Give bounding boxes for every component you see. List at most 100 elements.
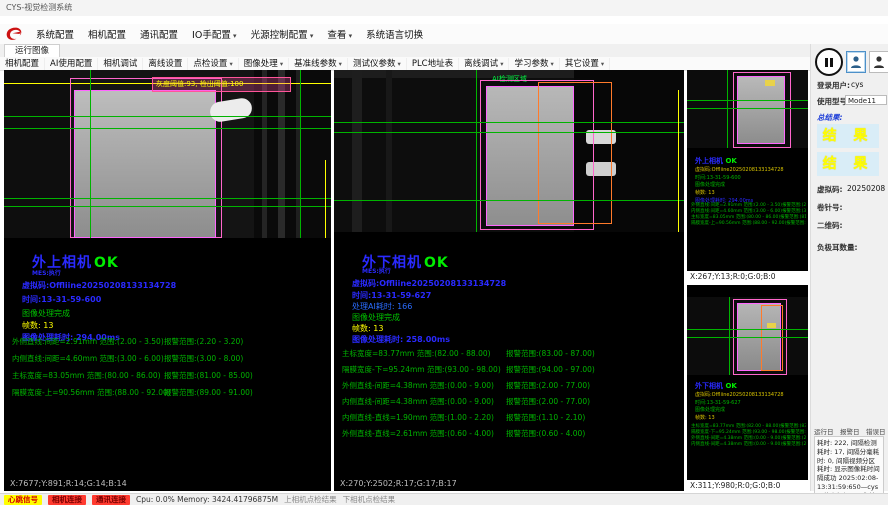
login-user-button[interactable] xyxy=(846,51,866,73)
lower-camera-check-result: 下相机点检结果 xyxy=(343,494,396,505)
alarm-range: 报警范围:(94.00 - 97.00) xyxy=(506,364,595,375)
pixel-coords-readout: X:311;Y:980;R:0;G:0;B:0 xyxy=(687,480,808,491)
user-icon xyxy=(850,55,862,69)
status-bar: 心跳信号 相机连接 通讯连接 Cpu: 0.0% Memory: 3424.41… xyxy=(0,493,888,505)
machinery-shadow xyxy=(4,70,70,238)
log-output[interactable]: 耗时: 222, 间隔检测耗时: 17, 间隔分毫耗时: 0, 间隔视频分区耗时… xyxy=(814,436,884,494)
measure-row: 内侧直线-直线=1.90mm 范围:(1.00 - 2.20) xyxy=(342,412,494,423)
bright-reflection xyxy=(765,80,775,86)
measure-row: 主标宽度=83.05mm 范围:(80.00 - 86.00) xyxy=(12,370,161,381)
tool-camera-config[interactable]: 相机配置 xyxy=(0,58,45,70)
menu-system-config[interactable]: 系统配置 xyxy=(30,25,80,43)
user-icon xyxy=(873,55,885,69)
result-display-1: 结 果 xyxy=(817,124,879,148)
measure-row: 主标宽度=83.77mm 范围:(82.00 - 88.00) xyxy=(342,348,491,359)
tool-offline-settings[interactable]: 离线设置 xyxy=(143,58,188,70)
workpiece xyxy=(74,90,216,238)
overlay-line xyxy=(4,206,331,207)
alarm-range: 报警范围:(1.10 - 2.10) xyxy=(506,412,585,423)
pixel-coords-readout: X:270;Y:2502;R:17;G:17;B:17 xyxy=(340,479,457,488)
pixel-coords-readout: X:267;Y:13;R:0;G:0;B:0 xyxy=(687,271,808,282)
tool-other-settings[interactable]: 其它设置 xyxy=(560,58,610,70)
alarm-range: 报警范围:(2.00 - 77.00) xyxy=(506,396,590,407)
pixel-coords-readout: X:7677;Y:891;R:14;G:14;B:14 xyxy=(10,479,127,488)
camera-panel-lower: AI检测区域 外下相机OK MES:执行 虚拟码:Offliine2025020… xyxy=(334,70,684,491)
comm-connection-badge: 通讯连接 xyxy=(92,495,130,505)
machinery-streak xyxy=(262,70,267,238)
camera-view-lower[interactable]: AI检测区域 xyxy=(334,70,684,232)
result-display-2: 结 果 xyxy=(817,152,879,176)
right-sidebar: 登录用户: cys 使用型号: Mode11 总结果: 结 果 结 果 虚拟码:… xyxy=(810,44,888,491)
overlay-line xyxy=(90,70,91,238)
threshold-overlay-label: 灰度阈值:93, 检出阈值:100 xyxy=(152,77,291,92)
toolbar: 相机配置 AI使用配置 相机调试 离线设置 点检设置 图像处理 基准线参数 测试… xyxy=(0,57,810,71)
tool-plc-address[interactable]: PLC地址表 xyxy=(407,58,459,70)
measure-row: 隔膜宽度-下=95.24mm 范围:(93.00 - 98.00) xyxy=(342,364,501,375)
tool-tester-params[interactable]: 测试仪参数 xyxy=(348,58,407,70)
tool-baseline-params[interactable]: 基准线参数 xyxy=(289,58,348,70)
menu-language-switch[interactable]: 系统语言切换 xyxy=(360,25,429,43)
menu-comm-config[interactable]: 通讯配置 xyxy=(134,25,184,43)
time-line: 时间:13-31-59-600 xyxy=(22,294,101,305)
small-panel-lower: 外下相机 OK 虚拟码:Offliine20250208133134728 时间… xyxy=(687,285,808,491)
result-ok-badge: OK xyxy=(94,255,119,271)
machinery-streak xyxy=(352,70,362,232)
overlay-ai-box xyxy=(538,82,612,224)
tab-run-image[interactable]: 运行图像 xyxy=(4,44,60,58)
tool-learning-params[interactable]: 学习参数 xyxy=(509,58,559,70)
tool-camera-debug[interactable]: 相机调试 xyxy=(98,58,143,70)
elapsed-line: 图像处理耗时: 258.00ms xyxy=(352,334,450,345)
machinery-streak xyxy=(386,70,392,232)
virtual-code-line: 虚拟码:Offliine20250208133134728 xyxy=(22,280,176,291)
pause-icon xyxy=(825,58,828,67)
process-done-line: 图像处理完成 xyxy=(352,312,400,323)
alarm-range: 报警范围:(89.00 - 91.00) xyxy=(164,387,253,398)
ai-elapsed-line: 处理AI耗时: 166 xyxy=(352,301,412,312)
tool-ai-config[interactable]: AI使用配置 xyxy=(45,58,98,70)
menu-light-config[interactable]: 光源控制配置 xyxy=(245,25,320,43)
window-titlebar: CYS-视觉检测系统 xyxy=(0,0,888,16)
result-ok-badge: OK xyxy=(424,255,449,271)
overlay-line xyxy=(4,128,331,129)
measure-row: 外侧直线-间距=4.38mm 范围:(0.00 - 9.00) xyxy=(342,380,494,391)
login-user-value: cys xyxy=(851,80,863,89)
virtual-code-label: 虚拟码: xyxy=(817,184,843,195)
user-manage-button[interactable] xyxy=(869,51,888,73)
menu-view[interactable]: 查看 xyxy=(321,25,358,43)
overlay-line xyxy=(687,108,808,109)
overlay-line xyxy=(300,70,301,238)
alarm-range: 报警范围:(2.20 - 3.20) xyxy=(164,336,243,347)
alarm-range: 报警范围:(2.00 - 77.00) xyxy=(506,380,590,391)
overlay-line xyxy=(687,337,808,338)
pause-button[interactable] xyxy=(815,48,843,76)
sidebar-button-row xyxy=(815,48,888,76)
virtual-code-value: 20250208 xyxy=(847,184,885,193)
menu-io-config[interactable]: IO手配置 xyxy=(186,25,243,43)
measure-row: 内侧直线:间距=4.60mm 范围:(3.00 - 6.00) xyxy=(12,353,164,364)
overlay-line xyxy=(334,122,684,123)
needle-number-label: 卷针号: xyxy=(817,202,843,213)
small-camera-view-lower[interactable] xyxy=(687,297,808,375)
menu-camera-config[interactable]: 相机配置 xyxy=(82,25,132,43)
process-done-line: 图像处理完成 xyxy=(22,308,70,319)
small-camera-view-upper[interactable] xyxy=(687,70,808,148)
overlay-line xyxy=(334,132,684,133)
camera-view-upper[interactable]: 灰度阈值:93, 检出阈值:100 xyxy=(4,70,331,238)
app-window: CYS-视觉检测系统 系统配置 相机配置 通讯配置 IO手配置 光源控制配置 查… xyxy=(0,0,888,522)
tool-offline-debug[interactable]: 离线调试 xyxy=(459,58,509,70)
small-result-text-upper: 外上相机 OK 虚拟码:Offliine20250208133134728 时间… xyxy=(695,156,806,206)
tool-image-processing[interactable]: 图像处理 xyxy=(239,58,289,70)
small-result-text-lower: 外下相机 OK 虚拟码:Offliine20250208133134728 时间… xyxy=(695,381,806,423)
overlay-ai-box xyxy=(761,305,783,371)
measure-row: 外侧直线:间距=2.91mm 范围:(2.00 - 3.50) xyxy=(12,336,164,347)
model-select[interactable]: Mode11 xyxy=(845,95,887,105)
time-line: 时间:13-31-59-627 xyxy=(352,290,431,301)
camera-sub-status: MES:执行 xyxy=(362,266,391,275)
frame-count-line: 帧数: 13 xyxy=(352,323,383,334)
camera-connection-badge: 相机连接 xyxy=(48,495,86,505)
upper-camera-check-result: 上相机点检结果 xyxy=(284,494,337,505)
tool-spot-check[interactable]: 点检设置 xyxy=(188,58,238,70)
tab-strip: 运行图像 xyxy=(0,44,810,58)
overlay-yellow-line xyxy=(325,160,326,238)
alarm-range: 报警范围:(0.60 - 4.00) xyxy=(506,428,585,439)
